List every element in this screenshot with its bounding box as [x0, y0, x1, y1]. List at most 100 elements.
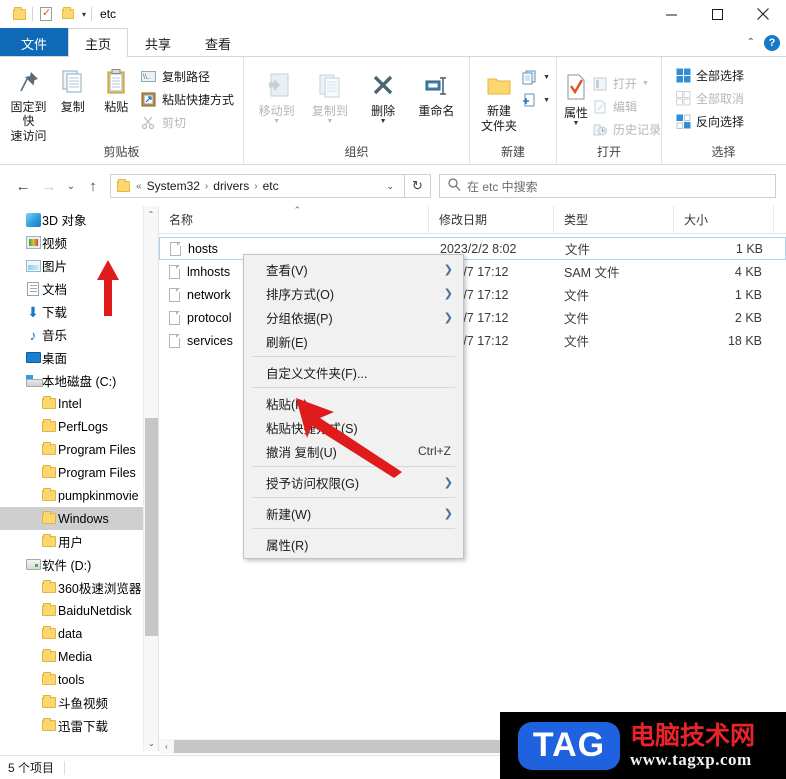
tree-item[interactable]: PerfLogs	[0, 415, 158, 438]
copy-button[interactable]: 复制	[51, 61, 94, 114]
column-header-date[interactable]: 修改日期	[429, 205, 554, 234]
invert-selection-button[interactable]: 反向选择	[672, 111, 747, 132]
properties-icon[interactable]	[35, 3, 57, 25]
tree-item[interactable]: 3D 对象	[0, 208, 158, 231]
copy-path-label: 复制路径	[161, 70, 210, 84]
tree-item[interactable]: 文档	[0, 277, 158, 300]
tree-item-label: tools	[58, 672, 85, 687]
menu-item[interactable]: 分组依据(P) ❯	[244, 305, 463, 329]
help-icon[interactable]: ?	[764, 34, 780, 51]
chevron-down-icon[interactable]: ▼	[573, 120, 580, 127]
chevron-down-icon[interactable]: ▾	[79, 10, 89, 19]
properties-button[interactable]: 属性 ▼	[563, 67, 589, 127]
up-button[interactable]: ↑	[80, 173, 106, 199]
tree-item[interactable]: 桌面	[0, 346, 158, 369]
chevron-down-icon[interactable]: ▼	[380, 118, 387, 125]
search-input[interactable]: 在 etc 中搜索	[439, 174, 776, 198]
close-button[interactable]	[740, 0, 786, 28]
watermark: TAG 电脑技术网 www.tagxp.com	[500, 712, 786, 779]
tree-item[interactable]: 视频	[0, 231, 158, 254]
menu-item[interactable]: 授予访问权限(G) ❯	[244, 470, 463, 494]
easy-access-button[interactable]: ▼	[522, 90, 550, 111]
tab-share[interactable]: 共享	[128, 28, 188, 57]
context-menu[interactable]: 查看(V) ❯ 排序方式(O) ❯ 分组依据(P) ❯ 刷新(E) 自定义文件夹(F)... 粘…	[243, 254, 464, 559]
tree-item[interactable]: tools	[0, 668, 158, 691]
menu-item[interactable]: 属性(R)	[244, 532, 463, 556]
paste-button[interactable]: 粘贴	[95, 61, 138, 114]
tab-home[interactable]: 主页	[68, 28, 129, 57]
chevron-up-icon[interactable]: ⌃	[747, 37, 755, 48]
breadcrumb[interactable]: « System32 › drivers › etc ⌄	[110, 174, 405, 198]
tree-item[interactable]: 软件 (D:)	[0, 553, 158, 576]
scroll-up-arrow-icon[interactable]: ⌃	[144, 206, 158, 222]
new-folder-icon[interactable]	[57, 3, 79, 25]
rename-button[interactable]: 重命名	[410, 65, 463, 118]
back-button[interactable]: ←	[10, 173, 36, 199]
menu-item[interactable]: 查看(V) ❯	[244, 257, 463, 281]
tree-item[interactable]: 用户	[0, 530, 158, 553]
tree-item[interactable]: Program Files	[0, 461, 158, 484]
delete-button[interactable]: 删除 ▼	[357, 65, 410, 125]
tree-item[interactable]: Windows	[0, 507, 158, 530]
column-header-type[interactable]: 类型	[554, 205, 674, 234]
folder-icon[interactable]	[8, 3, 30, 25]
tree-item[interactable]: 360极速浏览器	[0, 576, 158, 599]
menu-item[interactable]: 粘贴快捷方式(S)	[244, 415, 463, 439]
tree-item[interactable]: 斗鱼视频	[0, 691, 158, 714]
new-item-button[interactable]: ▼	[522, 67, 550, 88]
nav-pane-scrollbar[interactable]: ⌃ ⌄	[143, 206, 158, 751]
history-button: 历史记录	[589, 119, 664, 140]
navigation-pane[interactable]: 3D 对象 视频 图片 文档 ⬇ 下载 ♪ 音乐 桌面 本地磁盘 (C:) Intel PerfLog…	[0, 206, 158, 751]
scroll-left-arrow-icon[interactable]: ‹	[159, 742, 174, 751]
tree-item[interactable]: 本地磁盘 (C:)	[0, 369, 158, 392]
scrollbar-thumb[interactable]	[145, 418, 158, 636]
maximize-button[interactable]	[694, 0, 740, 28]
chevron-right-icon: ›	[204, 180, 209, 192]
tab-view[interactable]: 查看	[188, 28, 248, 57]
select-all-button[interactable]: 全部选择	[672, 65, 747, 86]
tree-item[interactable]: ⬇ 下载	[0, 300, 158, 323]
svg-text:\\..: \\..	[143, 74, 151, 81]
column-header-name[interactable]: ⌃ 名称	[159, 205, 429, 234]
new-folder-button[interactable]: 新建 文件夹	[476, 65, 522, 133]
menu-item[interactable]: 粘贴(P)	[244, 391, 463, 415]
menu-item[interactable]: 新建(W) ❯	[244, 501, 463, 525]
chevron-down-icon[interactable]: ▼	[543, 97, 550, 104]
menu-item[interactable]: 刷新(E)	[244, 329, 463, 353]
ribbon-group-label-new: 新建	[500, 145, 525, 159]
tree-item[interactable]: ♪ 音乐	[0, 323, 158, 346]
tree-item[interactable]: Program Files	[0, 438, 158, 461]
tree-item[interactable]: 图片	[0, 254, 158, 277]
tree-item[interactable]: data	[0, 622, 158, 645]
new-item-icon	[522, 70, 538, 86]
scroll-down-arrow-icon[interactable]: ⌄	[144, 735, 159, 751]
minimize-button[interactable]	[648, 0, 694, 28]
copy-path-button[interactable]: \\.. 复制路径	[138, 66, 237, 87]
copy-to-icon	[315, 69, 345, 103]
tree-item[interactable]: pumpkinmovie	[0, 484, 158, 507]
tab-file[interactable]: 文件	[0, 28, 69, 57]
ribbon-group-label-organize: 组织	[344, 145, 369, 159]
menu-item[interactable]: 撤消 复制(U) Ctrl+Z	[244, 439, 463, 463]
column-header-size[interactable]: 大小	[674, 205, 774, 234]
tree-item[interactable]: Media	[0, 645, 158, 668]
menu-item[interactable]: 排序方式(O) ❯	[244, 281, 463, 305]
breadcrumb-etc[interactable]: etc	[260, 179, 282, 193]
ribbon-group-organize: 移动到 ▼ 复制到 ▼ 删除 ▼ 重命名 组织	[243, 57, 469, 164]
pin-to-quick-access-button[interactable]: 固定到快 速访问	[6, 61, 51, 143]
chevron-down-icon[interactable]: ⌄	[380, 181, 400, 192]
refresh-button[interactable]: ↻	[405, 174, 431, 198]
tree-item[interactable]: Intel	[0, 392, 158, 415]
breadcrumb-drivers[interactable]: drivers	[210, 179, 252, 193]
scissors-icon	[141, 115, 157, 131]
breadcrumb-overflow[interactable]: «	[134, 181, 144, 192]
menu-item-label: 排序方式(O)	[266, 287, 335, 302]
tree-item[interactable]: BaiduNetdisk	[0, 599, 158, 622]
paste-shortcut-button[interactable]: 粘贴快捷方式	[138, 89, 237, 110]
tree-item[interactable]: 迅雷下载	[0, 714, 158, 737]
select-none-label: 全部取消	[696, 92, 745, 106]
menu-item[interactable]: 自定义文件夹(F)...	[244, 360, 463, 384]
chevron-down-icon[interactable]: ▼	[543, 74, 550, 81]
breadcrumb-system32[interactable]: System32	[144, 179, 203, 193]
recent-locations-button[interactable]: ⌄	[62, 173, 80, 199]
